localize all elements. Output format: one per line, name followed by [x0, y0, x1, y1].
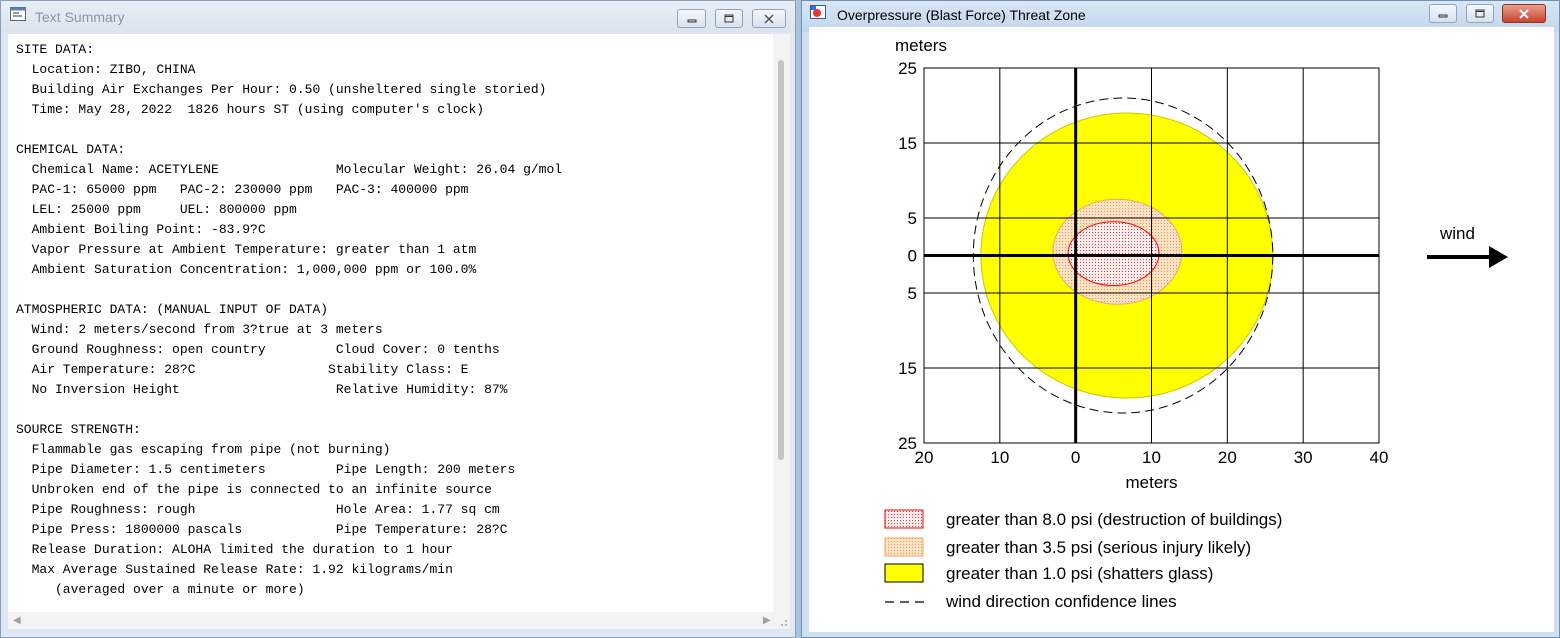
- minimize-button[interactable]: [677, 9, 706, 28]
- summary-line: SOURCE STRENGTH:: [16, 422, 141, 437]
- resize-grip-icon[interactable]: [776, 615, 788, 627]
- summary-line: Unbroken end of the pipe is connected to…: [16, 482, 492, 497]
- threat-zone-plot: 2515505152520 10 0 10 20 30 40metersmeterswind…: [884, 36, 1508, 611]
- maximize-button[interactable]: [715, 9, 743, 28]
- summary-line: SITE DATA:: [16, 42, 95, 57]
- vertical-scroll-thumb[interactable]: [778, 60, 784, 460]
- y-axis-label: meters: [895, 36, 947, 55]
- x-tick-label: 10: [990, 448, 1009, 467]
- summary-line: CHEMICAL DATA:: [16, 142, 126, 157]
- summary-line: PAC-1: 65000 ppm PAC-2: 230000 ppm PAC-3…: [16, 182, 469, 197]
- horizontal-scrollbar[interactable]: ◀ ▶: [8, 612, 790, 629]
- text-summary-window: Text Summary SITE DATA: Location: ZIBO, …: [0, 0, 796, 638]
- y-tick-label: 5: [908, 209, 917, 228]
- summary-line: Pipe Press: 1800000 pascals Pipe Tempera…: [16, 522, 508, 537]
- maximize-icon: [724, 14, 734, 23]
- maximize-icon: [1475, 9, 1485, 18]
- summary-line: Vapor Pressure at Ambient Temperature: g…: [16, 242, 477, 257]
- summary-line: Building Air Exchanges Per Hour: 0.50 (u…: [16, 82, 547, 97]
- y-tick-label: 25: [898, 59, 917, 78]
- y-tick-label: 0: [908, 247, 917, 266]
- y-tick-label: 5: [908, 284, 917, 303]
- x-tick-label: 30: [1294, 448, 1313, 467]
- summary-line: Max Average Sustained Release Rate: 1.92…: [16, 562, 453, 577]
- wind-arrow-head-icon: [1489, 246, 1508, 268]
- summary-line: Ambient Saturation Concentration: 1,000,…: [16, 262, 477, 277]
- legend-label: wind direction confidence lines: [945, 592, 1177, 611]
- summary-line: Ground Roughness: open country Cloud Cov…: [16, 342, 500, 357]
- summary-line: LEL: 25000 ppm UEL: 800000 ppm: [16, 202, 297, 217]
- summary-line: Wind: 2 meters/second from 3?true at 3 m…: [16, 322, 383, 337]
- minimize-button[interactable]: [1429, 4, 1457, 23]
- aloha-app-icon: [810, 5, 826, 19]
- legend-swatch: [884, 509, 924, 529]
- text-document-icon: [10, 7, 26, 21]
- summary-line: Pipe Roughness: rough Hole Area: 1.77 sq…: [16, 502, 500, 517]
- summary-line: Chemical Name: ACETYLENE Molecular Weigh…: [16, 162, 563, 177]
- close-icon: [764, 13, 774, 24]
- text-summary-titlebar[interactable]: Text Summary: [1, 1, 795, 32]
- vertical-scrollbar[interactable]: [773, 34, 790, 612]
- window-title: Overpressure (Blast Force) Threat Zone: [837, 7, 1086, 23]
- summary-line: Air Temperature: 28?C Stability Class: E: [16, 362, 469, 377]
- minimize-icon: [1438, 14, 1448, 17]
- summary-line: Flammable gas escaping from pipe (not bu…: [16, 442, 391, 457]
- legend-swatch: [884, 563, 924, 583]
- scroll-left-arrow-icon[interactable]: ◀: [13, 615, 21, 626]
- summary-line: Release Duration: ALOHA limited the dura…: [16, 542, 453, 557]
- summary-line: No Inversion Height Relative Humidity: 8…: [16, 382, 508, 397]
- summary-line: Time: May 28, 2022 1826 hours ST (using …: [16, 102, 485, 117]
- legend-label: greater than 3.5 psi (serious injury lik…: [946, 538, 1251, 557]
- summary-text: SITE DATA: Location: ZIBO, CHINA Buildin…: [16, 40, 562, 600]
- close-icon: [1519, 8, 1529, 19]
- x-tick-label: 10: [1142, 448, 1161, 467]
- summary-line: Pipe Diameter: 1.5 centimeters Pipe Leng…: [16, 462, 516, 477]
- text-summary-pane[interactable]: SITE DATA: Location: ZIBO, CHINA Buildin…: [8, 34, 790, 629]
- summary-line: Ambient Boiling Point: -83.9?C: [16, 222, 266, 237]
- close-button[interactable]: [752, 9, 786, 28]
- x-tick-label: 20: [915, 448, 934, 467]
- scroll-right-arrow-icon[interactable]: ▶: [763, 615, 771, 626]
- summary-line: (averaged over a minute or more): [16, 582, 305, 597]
- window-title: Text Summary: [35, 9, 125, 25]
- legend-swatch: [884, 537, 924, 557]
- legend-label: greater than 8.0 psi (destruction of bui…: [946, 510, 1282, 529]
- threat-zone-plot-pane: 25 15 5 0 5 15 25 20 10 0 10 20 30 40 meters meters wind…: [809, 27, 1554, 632]
- summary-line: ATMOSPHERIC DATA: (MANUAL INPUT OF DATA): [16, 302, 329, 317]
- destruction-zone: [1067, 221, 1160, 286]
- x-axis-label: meters: [1126, 473, 1178, 492]
- threat-zone-window: Overpressure (Blast Force) Threat Zone 2…: [801, 0, 1560, 638]
- y-tick-label: 15: [898, 134, 917, 153]
- minimize-icon: [687, 19, 696, 22]
- wind-label: wind: [1439, 224, 1475, 243]
- close-button[interactable]: [1502, 4, 1546, 23]
- y-tick-label: 15: [898, 359, 917, 378]
- legend-label: greater than 1.0 psi (shatters glass): [946, 564, 1213, 583]
- x-tick-label: 40: [1370, 448, 1389, 467]
- x-tick-label: 0: [1071, 448, 1080, 467]
- summary-line: Location: ZIBO, CHINA: [16, 62, 196, 77]
- maximize-button[interactable]: [1466, 4, 1494, 23]
- x-tick-label: 20: [1218, 448, 1237, 467]
